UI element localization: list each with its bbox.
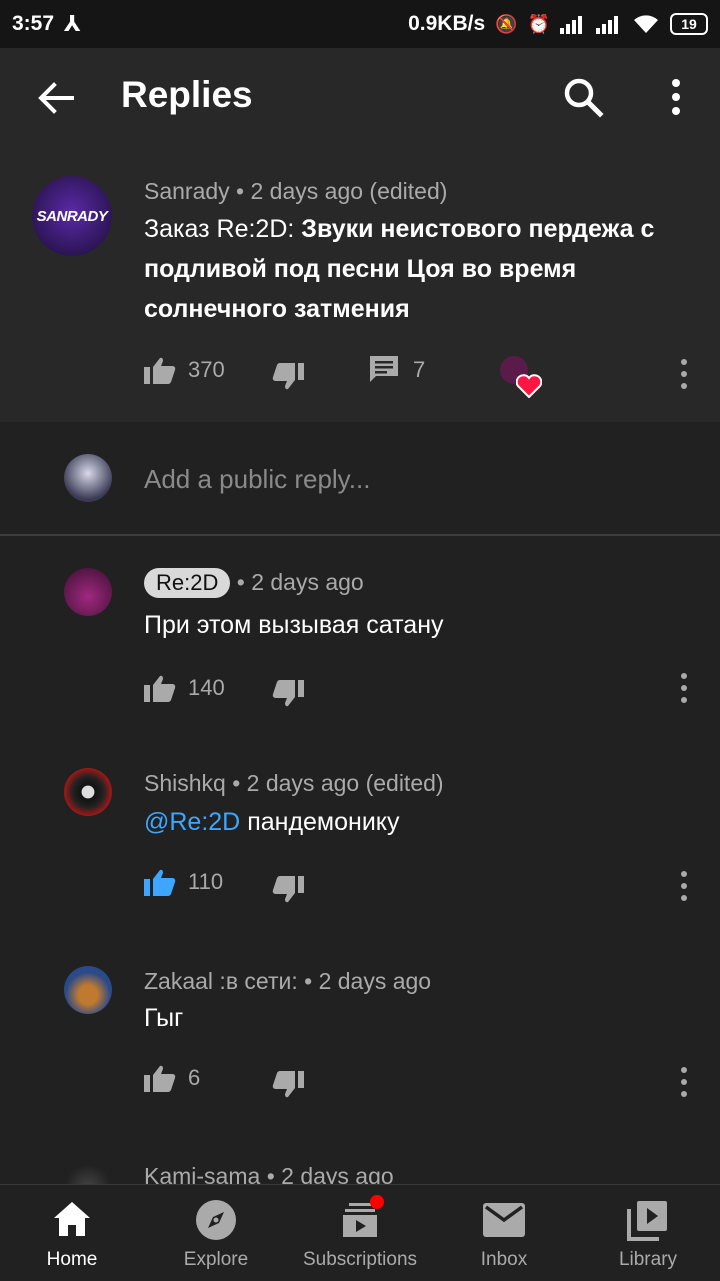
thumb-down-icon[interactable] [272,363,304,391]
comment-time: • 2 days ago [297,968,432,994]
like-count: 140 [188,675,225,700]
list-item: Re:2D • 2 days ago При этом вызывая сата… [0,536,720,734]
thumb-up-icon-active[interactable] [144,868,176,896]
signal-icon [560,16,582,34]
app-notification-icon: ⅄ [64,11,81,36]
library-icon [627,1201,667,1241]
signal-icon-2 [596,16,618,34]
avatar[interactable] [64,768,112,816]
nav-inbox-label: Inbox [480,1249,528,1270]
comment-meta: Re:2D • 2 days ago [144,568,364,598]
page-title: Replies [121,74,253,115]
author-name[interactable]: Kami-sama [144,1163,260,1184]
like-count: 110 [188,869,224,894]
comment-text: При этом вызывая сатану [144,611,444,639]
mention-link[interactable]: @Re:2D [144,808,240,836]
status-bar: 3:57 ⅄ 0.9KB/s 🔕 ⏰ 19 [0,0,720,48]
comment-icon[interactable] [370,356,398,384]
avatar-logo-text: SANRADY [36,207,108,225]
avatar[interactable]: SANRADY [32,176,112,256]
comment-time: • 2 days ago [260,1163,394,1184]
nav-explore-label: Explore [183,1249,249,1270]
reply-input[interactable]: Add a public reply... [144,464,370,495]
nav-library-label: Library [618,1249,678,1270]
thumb-up-icon[interactable] [144,674,176,702]
nav-subscriptions-label: Subscriptions [302,1249,418,1270]
list-item: Zakaal :в сети: • 2 days ago Гыг 6 [0,932,720,1130]
comment-meta: Sanrady • 2 days ago (edited) [144,178,447,205]
comment-menu-icon[interactable] [674,1062,694,1102]
dislike-action [272,680,304,708]
thumb-up-icon[interactable] [144,356,176,384]
thumb-down-icon[interactable] [272,680,304,708]
like-action: 140 [144,674,225,702]
nav-inbox[interactable]: Inbox [432,1185,576,1281]
dislike-action [272,1071,304,1099]
thumb-up-icon[interactable] [144,1064,176,1092]
bottom-nav: Home Explore Subscriptions Inbox Library [0,1184,720,1280]
app-bar: Replies [0,48,720,144]
back-arrow-icon[interactable] [36,78,76,118]
thumb-down-icon[interactable] [272,876,304,904]
nav-home-label: Home [46,1249,98,1270]
list-item-partial: Kami-sama • 2 days ago [0,1150,720,1184]
comment-time: • 2 days ago (edited) [229,178,448,204]
like-count: 370 [188,357,225,382]
comment-menu-icon[interactable] [674,354,694,394]
avatar[interactable] [64,1164,112,1184]
comment-menu-icon[interactable] [674,866,694,906]
comment-menu-icon[interactable] [674,668,694,708]
dislike-action [272,363,304,391]
like-count: 6 [188,1065,201,1090]
comment-meta: Shishkq • 2 days ago (edited) [144,770,444,797]
comment-time: • 2 days ago [230,569,364,595]
author-chip[interactable]: Re:2D [144,568,231,598]
reply-composer: Add a public reply... [0,422,720,536]
comment-text-plain: пандемонику [240,808,400,836]
nav-home[interactable]: Home [0,1185,144,1281]
avatar[interactable] [64,568,112,616]
nav-subscriptions[interactable]: Subscriptions [288,1185,432,1281]
alarm-icon: ⏰ [527,13,550,34]
original-comment: SANRADY Sanrady • 2 days ago (edited) За… [0,144,720,422]
avatar[interactable] [64,966,112,1014]
comment-text: Гыг [144,1004,184,1032]
dislike-action [272,876,304,904]
more-vert-icon[interactable] [662,76,690,118]
comment-text: Заказ Re:2D: Звуки неистового пердежа с … [144,209,694,329]
compass-icon [196,1200,236,1240]
heart-icon [516,374,542,398]
nav-library[interactable]: Library [576,1185,720,1281]
home-icon [54,1202,90,1236]
nav-explore[interactable]: Explore [144,1185,288,1281]
like-action: 110 [144,868,223,896]
clock: 3:57 [12,12,55,35]
search-icon[interactable] [562,76,604,118]
replies-action: 7 [370,356,425,384]
battery-icon: 19 [670,13,708,35]
notification-dot [370,1195,384,1209]
author-name[interactable]: Shishkq [144,770,226,796]
like-action: 370 [144,356,225,384]
comment-meta: Zakaal :в сети: • 2 days ago [144,968,431,995]
author-name[interactable]: Sanrady [144,178,230,204]
author-name[interactable]: Zakaal :в сети: [144,968,298,994]
comment-text: @Re:2D пандемонику [144,802,400,842]
comment-text-plain: Заказ Re:2D: [144,215,302,243]
wifi-icon [634,15,658,33]
mail-icon [483,1203,525,1237]
list-item: Shishkq • 2 days ago (edited) @Re:2D пан… [0,734,720,932]
thumb-down-icon[interactable] [272,1071,304,1099]
my-avatar [64,454,112,502]
network-speed: 0.9KB/s [408,12,486,35]
comment-meta: Kami-sama • 2 days ago [144,1163,394,1184]
comment-time: • 2 days ago (edited) [225,770,444,796]
mute-icon: 🔕 [495,13,518,34]
like-action: 6 [144,1064,200,1092]
reply-count: 7 [413,357,426,382]
